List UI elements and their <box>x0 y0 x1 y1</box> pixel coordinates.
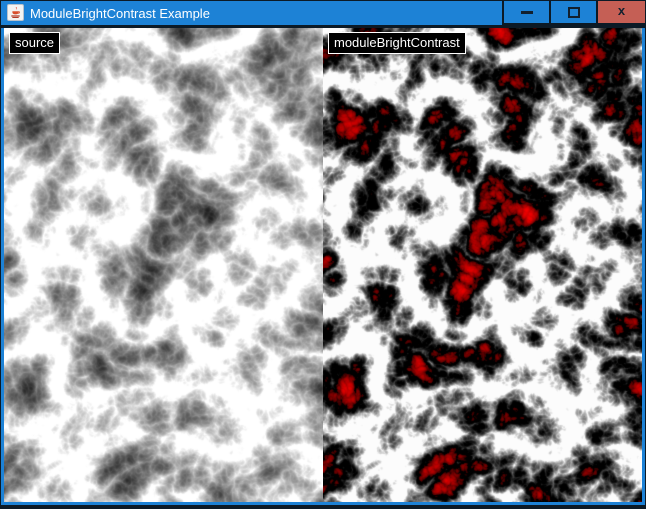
modulebrightcontrast-panel: moduleBrightContrast <box>323 28 642 502</box>
minimize-icon <box>521 11 533 14</box>
source-noise-image <box>4 28 323 502</box>
titlebar[interactable]: ModuleBrightContrast Example x <box>1 1 645 25</box>
java-coffee-cup-icon[interactable] <box>7 4 24 21</box>
brightcontrast-noise-image <box>323 28 642 502</box>
close-icon: x <box>618 1 625 21</box>
content-area: source moduleBrightContrast <box>4 28 642 502</box>
modulebrightcontrast-label: moduleBrightContrast <box>328 32 466 54</box>
maximize-icon <box>568 7 580 18</box>
source-label: source <box>9 32 60 54</box>
window-title: ModuleBrightContrast Example <box>30 1 210 25</box>
app-window: ModuleBrightContrast Example x source mo… <box>0 0 646 509</box>
minimize-button[interactable] <box>504 1 549 23</box>
maximize-button[interactable] <box>551 1 596 23</box>
source-panel: source <box>4 28 323 502</box>
window-controls: x <box>502 1 645 28</box>
close-button[interactable]: x <box>598 1 645 23</box>
